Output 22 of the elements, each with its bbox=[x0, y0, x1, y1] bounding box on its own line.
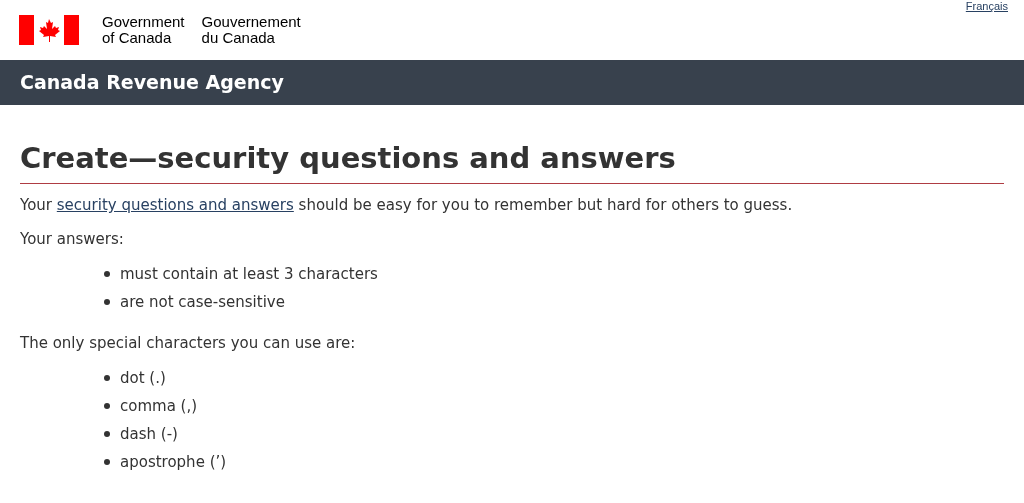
canada-flag-icon bbox=[19, 15, 79, 45]
bullet-icon bbox=[104, 271, 110, 277]
security-questions-link[interactable]: security questions and answers bbox=[56, 196, 294, 214]
list-item-text: dash (-) bbox=[120, 423, 178, 445]
language-link[interactable]: Français bbox=[965, 0, 1008, 12]
gouvernement-du-canada-text: Gouvernement du Canada bbox=[201, 14, 301, 46]
bullet-icon bbox=[104, 431, 110, 437]
list-intro-text: Your answers: bbox=[20, 229, 125, 250]
bullet-icon bbox=[104, 459, 110, 465]
list-item-text: must contain at least 3 characters bbox=[120, 263, 378, 285]
bullet-icon bbox=[104, 299, 110, 305]
list-item-text: comma (,) bbox=[120, 395, 198, 417]
list-item-text: apostrophe (’) bbox=[120, 451, 227, 473]
page-heading: Create—security questions and answers bbox=[20, 139, 1004, 184]
list-item-text: are not case-sensitive bbox=[120, 291, 285, 313]
agency-title: Canada Revenue Agency bbox=[20, 70, 284, 96]
government-of-canada-text: Government of Canada bbox=[102, 14, 185, 46]
bullet-icon bbox=[104, 403, 110, 409]
intro-paragraph: Your security questions and answers should be easy for you to remember but hard for others to guess. bbox=[20, 195, 794, 216]
list-item-text: dot (.) bbox=[120, 367, 166, 389]
list-intro-text: The only special characters you can use are: bbox=[20, 333, 357, 354]
bullet-icon bbox=[104, 375, 110, 381]
